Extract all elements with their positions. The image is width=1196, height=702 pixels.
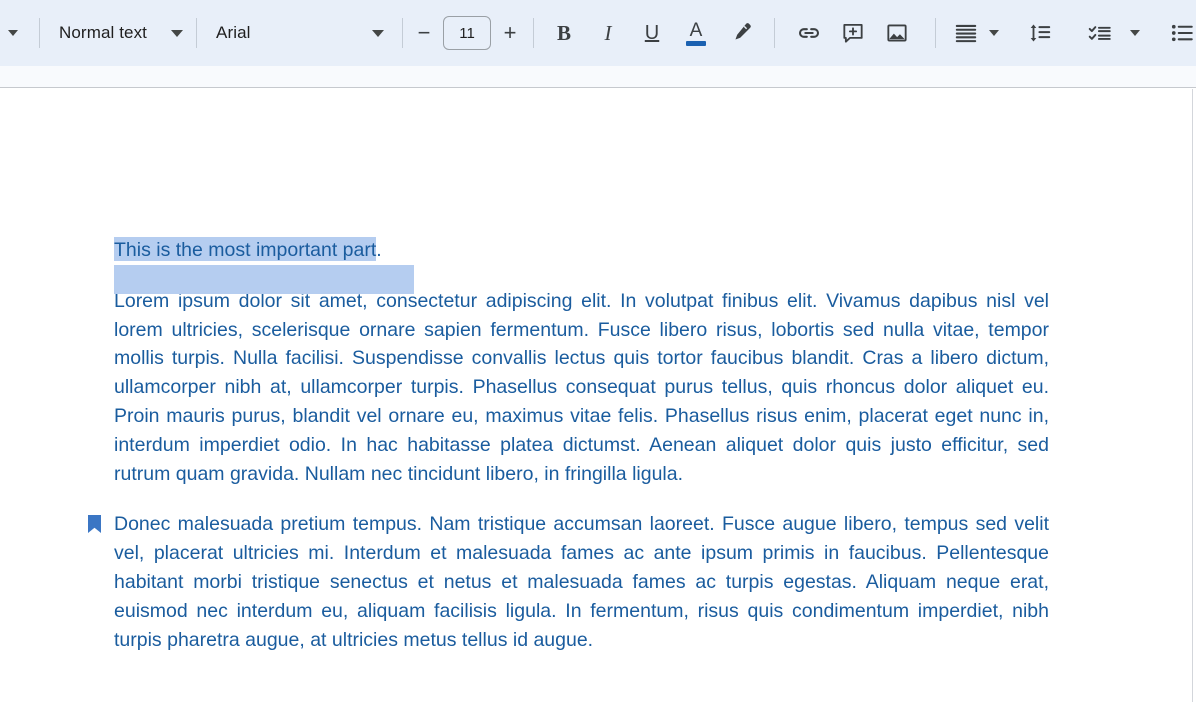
chevron-down-icon [989,30,1000,36]
bold-icon: B [557,20,572,45]
toolbar-overflow-button[interactable] [0,11,30,55]
insert-image-button[interactable] [875,11,919,55]
chevron-down-icon [8,30,18,36]
toolbar-divider [774,18,776,48]
toolbar-divider [935,18,937,48]
decrease-font-size-button[interactable]: − [409,15,439,51]
highlighted-heading-line: This is the most important part. [114,236,1049,294]
checklist-dropdown[interactable] [1122,11,1148,55]
text-color-a-icon: A [689,19,703,41]
selection-overflow-block [114,265,414,294]
paragraph-2: Donec malesuada pretium tempus. Nam tris… [114,513,1049,651]
chevron-down-icon [1130,30,1141,36]
paragraph-1: Lorem ipsum dolor sit amet, consectetur … [114,289,1049,485]
add-comment-icon [840,20,866,46]
italic-button[interactable]: I [586,11,630,55]
link-icon [796,20,822,46]
text-color-button[interactable]: A [674,11,718,55]
selected-text: This is the most important part [114,237,377,261]
toolbar-divider [196,18,198,48]
font-family-dropdown[interactable]: Arial [206,11,396,55]
highlight-pen-icon [727,20,753,46]
italic-icon: I [604,20,612,45]
paragraph-style-dropdown[interactable]: Normal text [49,11,187,55]
chevron-down-icon [372,29,385,37]
align-dropdown[interactable] [982,11,1006,55]
toolbar-divider [533,18,535,48]
bulleted-list-button[interactable] [1160,11,1196,55]
toolbar-lower-band [0,66,1196,88]
heading-trailing-period: . [376,239,382,261]
highlight-color-button[interactable] [718,11,762,55]
line-spacing-icon [1027,20,1053,46]
formatting-toolbar: Normal text Arial − 11 + B I U A [0,0,1196,66]
insert-image-icon [884,20,910,46]
paragraph-2-container: Donec malesuada pretium tempus. Nam tris… [88,510,1049,654]
underline-button[interactable]: U [630,11,674,55]
document-page[interactable]: This is the most important part. Lorem i… [0,89,1193,702]
bookmark-icon[interactable] [88,515,101,534]
paragraph-style-label: Normal text [59,23,148,42]
chevron-down-icon [171,29,184,37]
font-size-stepper: − 11 + [409,15,525,51]
checklist-icon [1087,20,1113,46]
line-spacing-button[interactable] [1018,11,1062,55]
increase-font-size-button[interactable]: + [495,15,525,51]
toolbar-divider [402,18,404,48]
font-size-input[interactable]: 11 [443,16,492,50]
toolbar-divider [39,18,40,48]
align-justify-icon [953,20,979,46]
underline-icon: U [644,21,660,44]
bulleted-list-icon [1169,20,1195,46]
insert-link-button[interactable] [787,11,831,55]
bold-button[interactable]: B [542,11,586,55]
checklist-button[interactable] [1078,11,1122,55]
font-family-label: Arial [216,23,251,42]
align-button[interactable] [950,11,982,55]
text-color-swatch [686,40,707,46]
add-comment-button[interactable] [831,11,875,55]
document-body: This is the most important part. Lorem i… [88,236,1049,654]
